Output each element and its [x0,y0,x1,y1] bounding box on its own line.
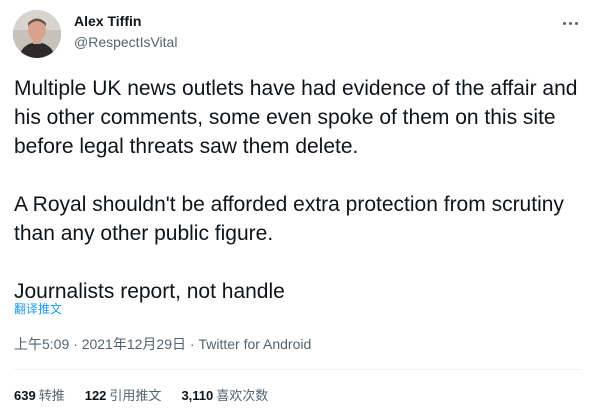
tweet-paragraph: A Royal shouldn't be afforded extra prot… [14,193,564,245]
retweets-stat[interactable]: 639 转推 [14,388,65,404]
divider [14,369,582,370]
avatar-image [13,10,61,58]
tweet-date[interactable]: 2021年12月29日 [82,336,186,352]
retweets-count: 639 [14,388,36,403]
tweet-time[interactable]: 上午5:09 [14,336,69,352]
quote-tweets-label: 引用推文 [109,388,162,403]
meta-separator: · [189,336,195,352]
likes-stat[interactable]: 3,110 喜欢次数 [181,388,268,404]
tweet-stats: 639 转推 122 引用推文 3,110 喜欢次数 [14,388,288,404]
likes-label: 喜欢次数 [216,388,269,403]
more-options-button[interactable] [557,10,583,36]
tweet-metadata: 上午5:09 · 2021年12月29日 · Twitter for Andro… [14,335,311,353]
translate-tweet-link[interactable]: 翻译推文 [14,302,62,317]
tweet-text: Multiple UK news outlets have had eviden… [14,74,584,306]
author-name[interactable]: Alex Tiffin [74,13,141,30]
avatar[interactable] [13,10,61,58]
author-handle[interactable]: @RespectIsVital [74,34,177,51]
likes-count: 3,110 [181,388,214,403]
meta-separator: · [73,336,78,352]
tweet-paragraph: Multiple UK news outlets have had eviden… [14,77,578,158]
tweet-paragraph: Journalists report, not handle [14,280,285,303]
tweet-card: Alex Tiffin @RespectIsVital Multiple UK … [0,0,590,415]
tweet-source[interactable]: Twitter for Android [198,336,311,352]
quote-tweets-count: 122 [84,388,107,403]
quote-tweets-stat[interactable]: 122 引用推文 [85,388,162,404]
more-horizontal-icon [562,21,578,25]
retweets-label: 转推 [38,388,65,403]
